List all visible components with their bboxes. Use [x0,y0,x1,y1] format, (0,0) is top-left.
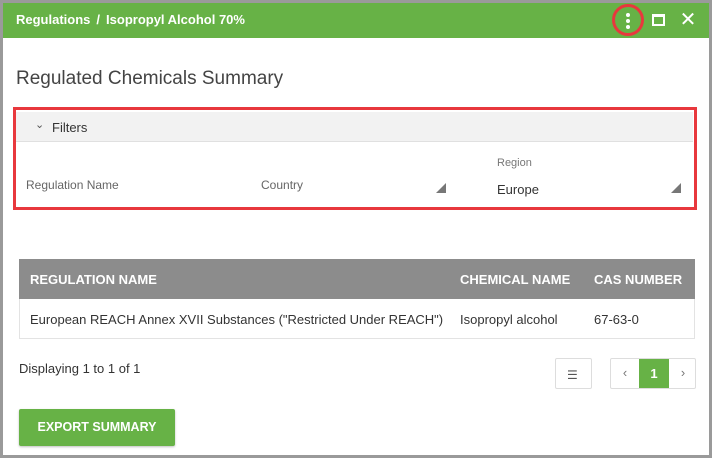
title-bar: Regulations / Isopropyl Alcohol 70% ✕ [3,3,709,38]
maximize-button[interactable] [646,6,672,34]
breadcrumb-regulations[interactable]: Regulations [16,12,90,27]
breadcrumb-current: Isopropyl Alcohol 70% [106,12,245,27]
cell-regulation-name: European REACH Annex XVII Substances ("R… [30,312,444,327]
close-icon: ✕ [679,9,697,31]
column-cas-number[interactable]: CAS NUMBER [594,272,682,287]
maximize-icon [652,14,665,26]
column-regulation-name[interactable]: REGULATION NAME [30,272,157,287]
pagination: ‹ 1 › [610,358,696,389]
breadcrumb: Regulations / Isopropyl Alcohol 70% [16,12,245,27]
list-numbered-icon: ☰ [567,368,578,382]
table-row[interactable]: European REACH Annex XVII Substances ("R… [19,299,695,339]
filters-highlight [13,107,697,210]
table-header: REGULATION NAME CHEMICAL NAME CAS NUMBER [19,259,695,299]
current-page-button[interactable]: 1 [639,359,669,388]
regulations-window: Regulations / Isopropyl Alcohol 70% ✕ Re… [0,0,712,458]
pagination-summary: Displaying 1 to 1 of 1 [19,361,141,376]
column-chemical-name[interactable]: CHEMICAL NAME [460,272,570,287]
cell-cas-number: 67-63-0 [594,312,639,327]
page-size-button[interactable]: ☰ [555,358,592,389]
prev-page-button[interactable]: ‹ [611,359,639,388]
cell-chemical-name: Isopropyl alcohol [460,312,558,327]
next-page-button[interactable]: › [669,359,697,388]
more-options-button[interactable] [612,4,644,36]
export-summary-button[interactable]: EXPORT SUMMARY [19,409,175,446]
close-button[interactable]: ✕ [675,6,701,34]
breadcrumb-separator: / [96,12,101,27]
page-title: Regulated Chemicals Summary [16,68,284,89]
